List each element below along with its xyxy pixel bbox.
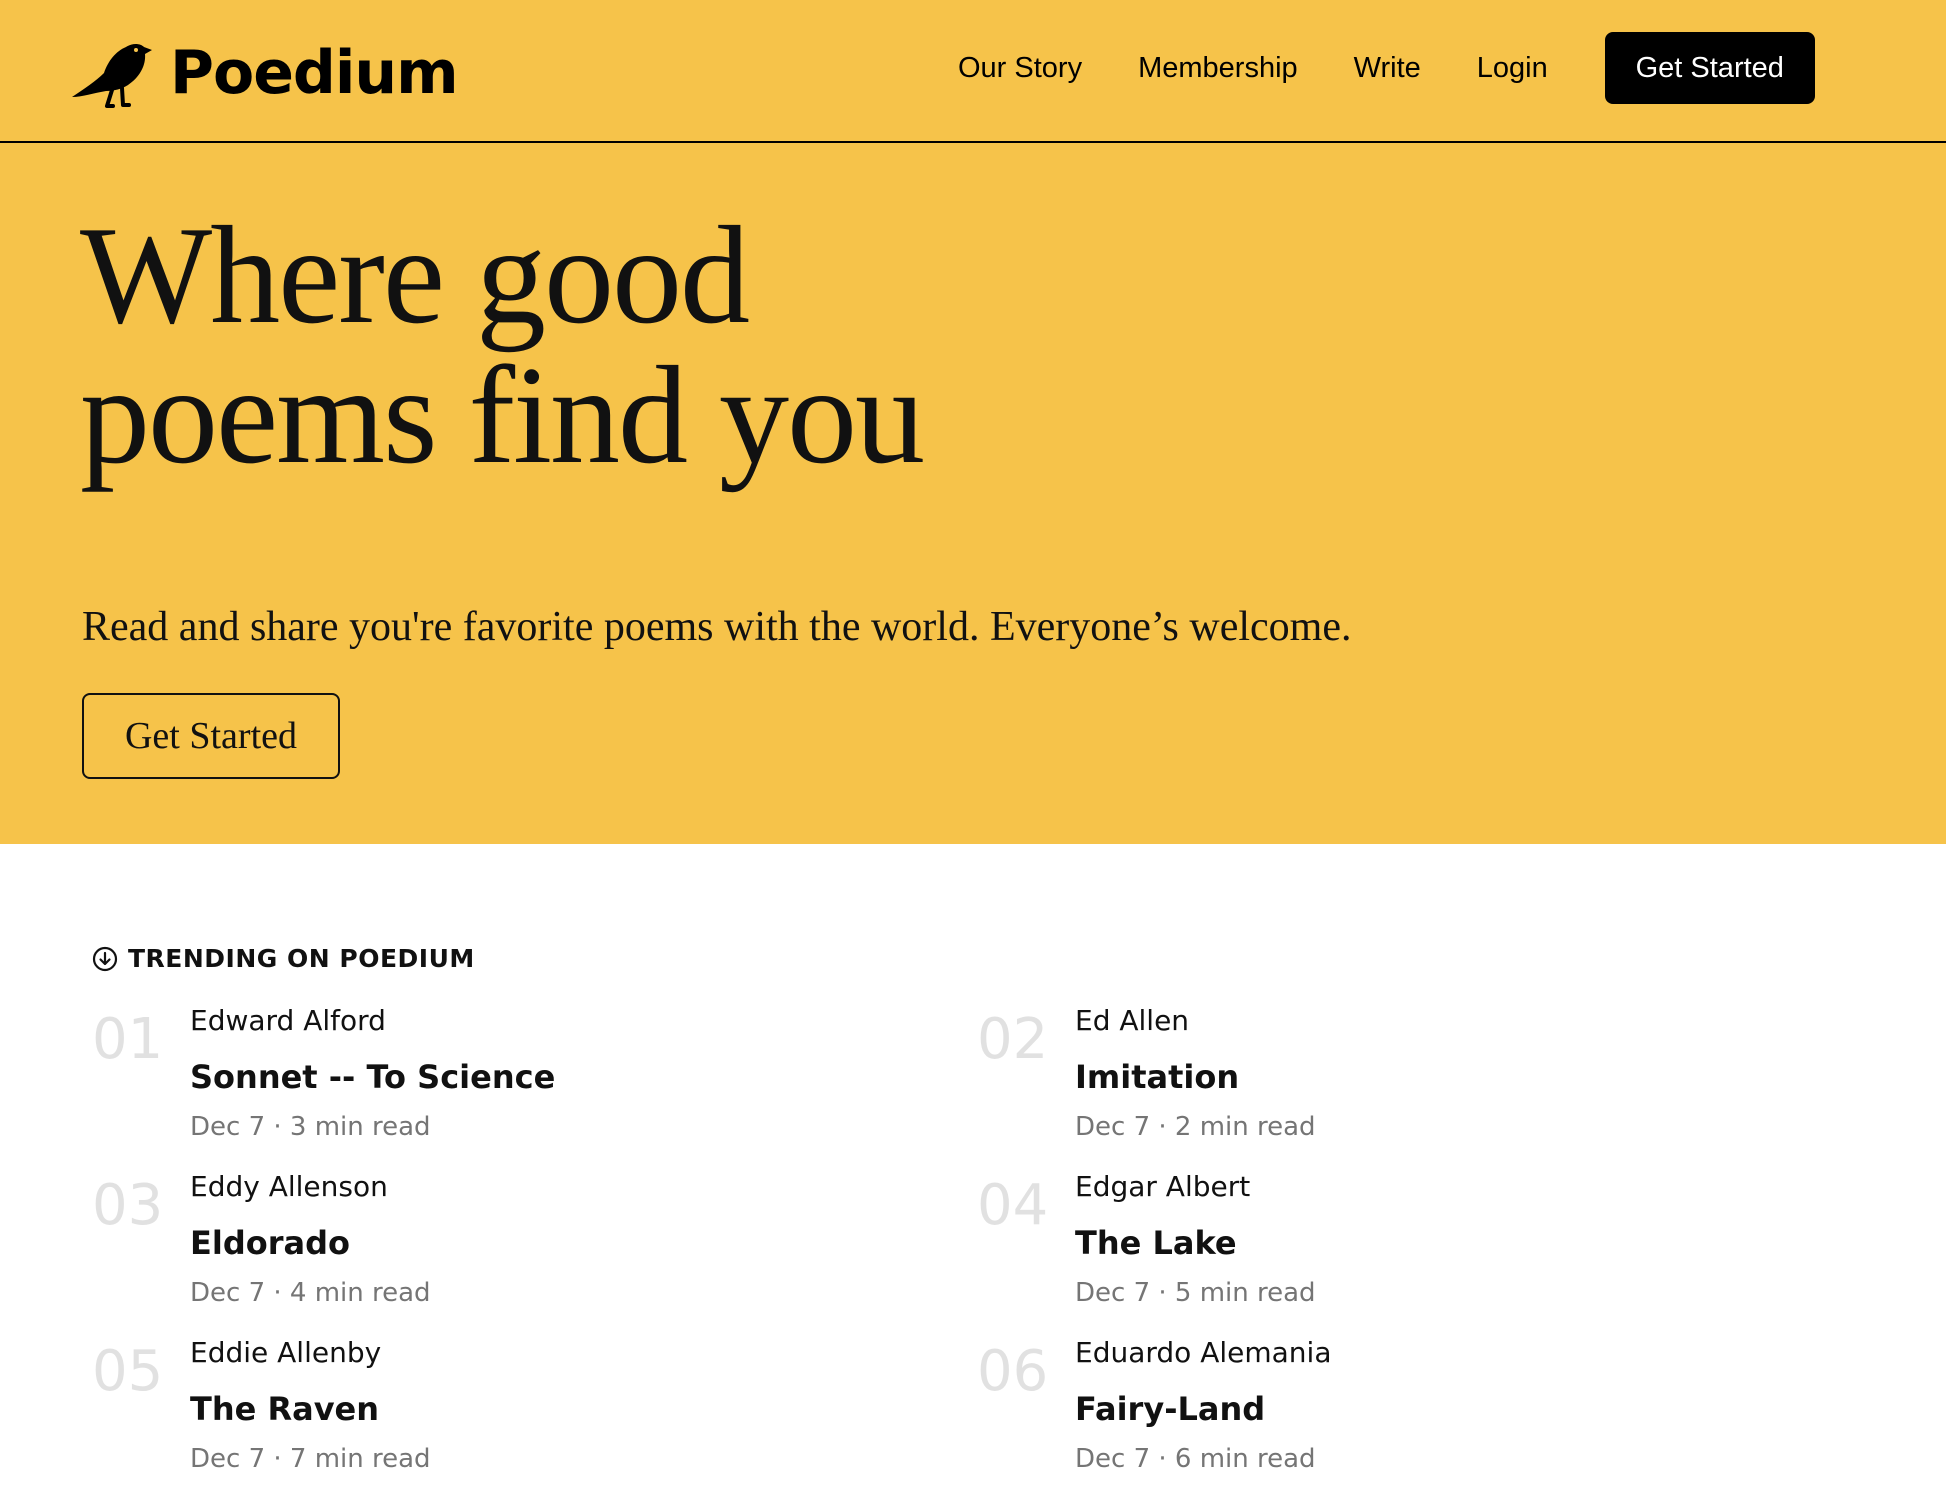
trending-author[interactable]: Eduardo Alemania (1075, 1336, 1331, 1369)
hero-section: Where good poems find you Read and share… (0, 143, 1946, 844)
trending-item[interactable]: 05 Eddie Allenby The Raven Dec 7 · 7 min… (92, 1336, 892, 1496)
hero-get-started-button[interactable]: Get Started (82, 693, 340, 779)
trending-author[interactable]: Ed Allen (1075, 1004, 1189, 1037)
trending-author[interactable]: Edward Alford (190, 1004, 386, 1037)
trending-author[interactable]: Eddy Allenson (190, 1170, 388, 1203)
hero-title: Where good poems find you (80, 198, 925, 493)
brand-name: Poedium (170, 38, 459, 108)
nav-membership[interactable]: Membership (1138, 52, 1298, 85)
trending-author[interactable]: Eddie Allenby (190, 1336, 381, 1369)
trending-arrow-circle-icon (92, 946, 118, 972)
crow-icon (70, 37, 154, 109)
site-header: Poedium Our Story Membership Write Login… (0, 0, 1946, 143)
trending-item[interactable]: 02 Ed Allen Imitation Dec 7 · 2 min read (977, 1004, 1777, 1164)
trending-meta: Dec 7 · 4 min read (190, 1278, 431, 1308)
trending-rank: 05 (92, 1339, 164, 1404)
main-nav: Our Story Membership Write Login Get Sta… (958, 32, 1815, 104)
trending-item[interactable]: 06 Eduardo Alemania Fairy-Land Dec 7 · 6… (977, 1336, 1777, 1496)
trending-section: TRENDING ON POEDIUM 01 Edward Alford Son… (0, 844, 1946, 1474)
trending-meta: Dec 7 · 2 min read (1075, 1112, 1316, 1142)
trending-meta: Dec 7 · 6 min read (1075, 1444, 1316, 1474)
trending-item[interactable]: 04 Edgar Albert The Lake Dec 7 · 5 min r… (977, 1170, 1777, 1330)
trending-title[interactable]: Eldorado (190, 1224, 350, 1262)
trending-meta: Dec 7 · 7 min read (190, 1444, 431, 1474)
trending-title[interactable]: The Raven (190, 1390, 379, 1428)
hero-title-line-2: poems find you (80, 338, 925, 493)
trending-title[interactable]: Sonnet -- To Science (190, 1058, 555, 1096)
hero-title-line-1: Where good (80, 198, 750, 353)
trending-heading: TRENDING ON POEDIUM (92, 944, 475, 973)
trending-rank: 06 (977, 1339, 1049, 1404)
trending-heading-label: TRENDING ON POEDIUM (128, 944, 475, 973)
logo[interactable]: Poedium (70, 37, 459, 109)
trending-meta: Dec 7 · 5 min read (1075, 1278, 1316, 1308)
nav-login[interactable]: Login (1477, 52, 1548, 85)
header-get-started-button[interactable]: Get Started (1604, 32, 1815, 104)
hero-subtitle: Read and share you're favorite poems wit… (82, 604, 1352, 650)
trending-rank: 03 (92, 1173, 164, 1238)
trending-rank: 02 (977, 1007, 1049, 1072)
nav-write[interactable]: Write (1354, 52, 1421, 85)
trending-title[interactable]: Imitation (1075, 1058, 1239, 1096)
trending-author[interactable]: Edgar Albert (1075, 1170, 1250, 1203)
nav-our-story[interactable]: Our Story (958, 52, 1082, 85)
trending-meta: Dec 7 · 3 min read (190, 1112, 431, 1142)
trending-rank: 04 (977, 1173, 1049, 1238)
trending-rank: 01 (92, 1007, 164, 1072)
trending-title[interactable]: Fairy-Land (1075, 1390, 1265, 1428)
trending-item[interactable]: 01 Edward Alford Sonnet -- To Science De… (92, 1004, 892, 1164)
trending-title[interactable]: The Lake (1075, 1224, 1237, 1262)
trending-item[interactable]: 03 Eddy Allenson Eldorado Dec 7 · 4 min … (92, 1170, 892, 1330)
